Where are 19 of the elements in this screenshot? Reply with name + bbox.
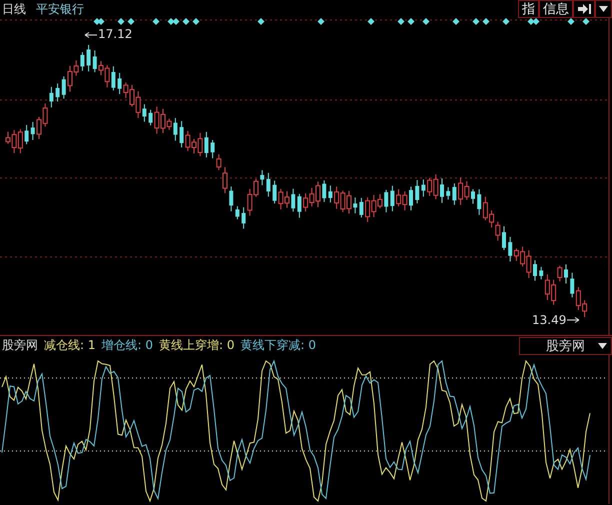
indicator-value: 增仓线: 0 — [102, 337, 153, 354]
indicator-dropdown[interactable]: 股旁网 — [519, 336, 612, 354]
toolbar-button[interactable]: 指 — [518, 0, 539, 18]
pin-button[interactable] — [573, 0, 595, 18]
indicator-value: 减仓线: 1 — [44, 337, 96, 354]
arrow-icon — [84, 32, 98, 38]
stock-name: 平安银行 — [36, 0, 84, 18]
dropdown-button[interactable] — [595, 0, 612, 18]
indicator-name: 股旁网 — [2, 337, 38, 354]
caret-icon — [598, 342, 607, 348]
indicator-value: 黄线下穿减: 0 — [240, 337, 316, 354]
high-price-label: 17.12 — [98, 27, 132, 41]
caret-icon — [599, 6, 608, 12]
arrow-to-bar-icon — [577, 3, 591, 15]
toolbar-button[interactable]: 信息 — [539, 0, 573, 18]
indicator-value: 黄线上穿增: 0 — [159, 337, 234, 354]
arrow-icon — [566, 317, 580, 323]
low-price-label: 13.49 — [532, 313, 566, 327]
period-label: 日线 — [2, 0, 26, 18]
